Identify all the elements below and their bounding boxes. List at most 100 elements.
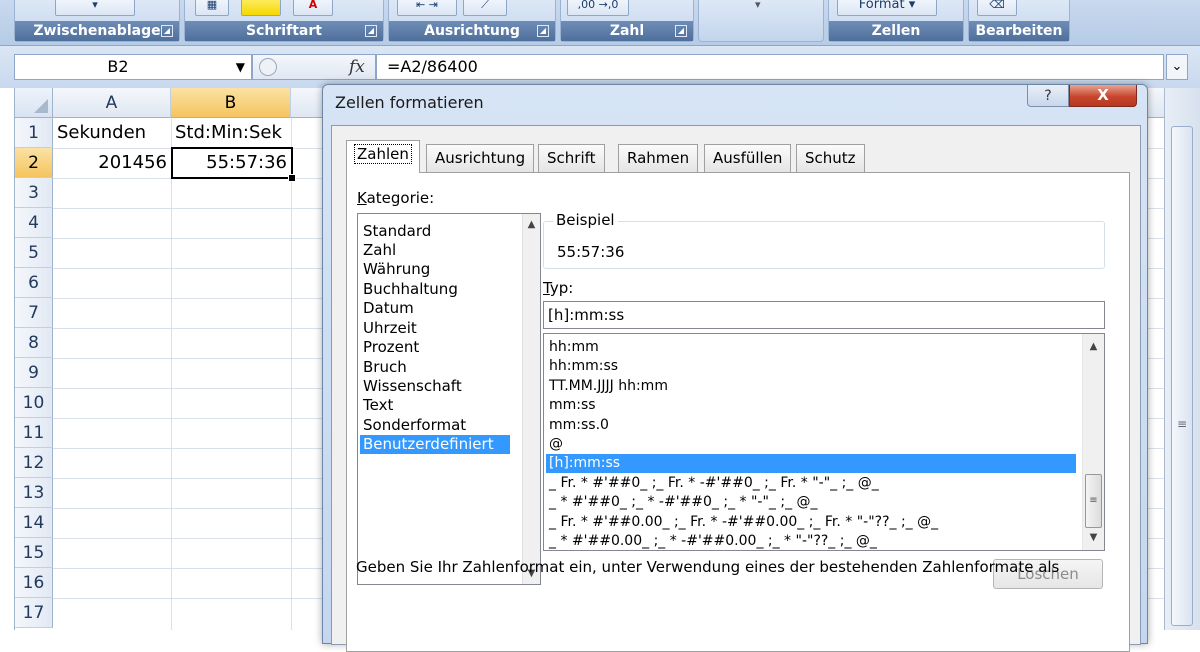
list-item[interactable]: mm:ss [546, 396, 1076, 415]
highlight-color-button[interactable] [241, 0, 281, 16]
orientation-button[interactable]: ⟋ [463, 0, 507, 16]
name-box[interactable]: B2 ▼ [14, 54, 252, 80]
expand-formula-bar-button[interactable]: ⌄ [1166, 54, 1188, 80]
decrease-decimal-button[interactable]: →,0 [599, 0, 619, 11]
ribbon-group-label: Ausrichtung [389, 21, 555, 41]
tab-rahmen[interactable]: Rahmen [618, 144, 699, 172]
row-header[interactable]: 3 [15, 178, 53, 208]
list-item[interactable]: Text [360, 396, 510, 415]
row-header[interactable]: 4 [15, 208, 53, 238]
list-item[interactable]: Standard [360, 222, 510, 241]
row-header[interactable]: 6 [15, 268, 53, 298]
ribbon-group-cells: Format ▾ Zellen [828, 0, 964, 42]
row-header[interactable]: 15 [15, 538, 53, 568]
tab-label: Zahlen [354, 144, 412, 164]
list-item[interactable]: TT.MM.JJJJ hh:mm [546, 377, 1076, 396]
font-color-button[interactable]: A [293, 0, 333, 16]
type-input[interactable]: [h]:mm:ss [543, 301, 1105, 329]
scroll-up-icon[interactable]: ▲ [523, 216, 540, 233]
row-header[interactable]: 5 [15, 238, 53, 268]
column-header-b[interactable]: B [171, 88, 291, 118]
close-button[interactable]: X [1069, 85, 1137, 107]
tab-zahlen[interactable]: Zahlen [346, 140, 420, 173]
dialog-launcher-icon[interactable]: ◢ [161, 25, 173, 37]
indent-buttons[interactable]: ⇤ ⇥ [397, 0, 457, 16]
dialog-launcher-icon[interactable]: ◢ [365, 25, 377, 37]
ribbon-group-label: Bearbeiten [969, 21, 1069, 41]
help-button[interactable]: ? [1027, 85, 1069, 107]
scroll-down-icon[interactable]: ▼ [1085, 529, 1102, 546]
row-header[interactable]: 16 [15, 568, 53, 598]
category-list[interactable]: Standard Zahl Währung Buchhaltung Datum … [357, 213, 541, 585]
dropdown-arrow-icon[interactable]: ▾ [755, 0, 761, 11]
number-format-buttons[interactable]: ,00 →,0 [567, 0, 629, 16]
list-item[interactable]: mm:ss.0 [546, 416, 1076, 435]
format-scrollbar[interactable]: ▲ ≡ ▼ [1082, 334, 1104, 550]
chevron-down-icon[interactable]: ▼ [236, 55, 245, 79]
format-list[interactable]: hh:mm hh:mm:ss TT.MM.JJJJ hh:mm mm:ss mm… [543, 333, 1105, 551]
list-item[interactable]: Zahl [360, 241, 510, 260]
row-header[interactable]: 10 [15, 388, 53, 418]
list-item[interactable]: _ * #'##0_ ;_ * -#'##0_ ;_ * "-"_ ;_ @_ [546, 493, 1076, 512]
category-scrollbar[interactable]: ▲ ▼ [522, 214, 540, 584]
type-label-mnemonic: T [543, 279, 550, 297]
dialog-launcher-icon[interactable]: ◢ [675, 25, 687, 37]
scroll-up-icon[interactable]: ▲ [1085, 338, 1102, 355]
name-box-value: B2 [107, 57, 129, 76]
cell-format-button[interactable]: Format ▾ [837, 0, 937, 16]
scrollbar-thumb[interactable]: ≡ [1171, 126, 1193, 626]
row-header[interactable]: 17 [15, 598, 53, 628]
list-item[interactable]: Buchhaltung [360, 280, 510, 299]
row-header[interactable]: 12 [15, 448, 53, 478]
increase-decimal-button[interactable]: ,00 [578, 0, 596, 11]
tab-schutz[interactable]: Schutz [796, 144, 865, 172]
list-item[interactable]: hh:mm:ss [546, 357, 1076, 376]
list-item[interactable]: Sonderformat [360, 416, 510, 435]
column-header-a[interactable]: A [53, 88, 171, 118]
list-item[interactable]: _ Fr. * #'##0_ ;_ Fr. * -#'##0_ ;_ Fr. *… [546, 474, 1076, 493]
cell-a1[interactable]: Sekunden [53, 118, 171, 148]
clear-button[interactable]: ⌫ [977, 0, 1017, 16]
category-label-mnemonic: K [357, 189, 367, 207]
row-header[interactable]: 13 [15, 478, 53, 508]
list-item[interactable]: Bruch [360, 358, 510, 377]
row-header[interactable]: 11 [15, 418, 53, 448]
list-item-selected[interactable]: Benutzerdefiniert [360, 435, 510, 454]
ribbon-group-number: ,00 →,0 Zahl ◢ [560, 0, 694, 42]
row-header[interactable]: 2 [15, 148, 53, 178]
grid-line [291, 118, 292, 630]
row-header[interactable]: 14 [15, 508, 53, 538]
dialog-launcher-icon[interactable]: ◢ [537, 25, 549, 37]
tab-schrift[interactable]: Schrift [538, 144, 605, 172]
scrollbar-thumb[interactable]: ≡ [1085, 474, 1102, 528]
select-all-button[interactable] [15, 88, 53, 118]
active-cell-border[interactable] [171, 147, 296, 182]
list-item[interactable]: @ [546, 435, 1076, 454]
row-header[interactable]: 1 [15, 118, 53, 148]
tab-ausfuellen[interactable]: Ausfüllen [704, 144, 792, 172]
ribbon-group-styles: ▾ [698, 0, 824, 42]
list-item[interactable]: Prozent [360, 338, 510, 357]
formula-input[interactable]: =A2/86400 [376, 54, 1164, 80]
list-item[interactable]: hh:mm [546, 338, 1076, 357]
list-item[interactable]: _ Fr. * #'##0.00_ ;_ Fr. * -#'##0.00_ ;_… [546, 513, 1076, 532]
resize-handle-icon[interactable] [259, 58, 277, 76]
row-header[interactable]: 9 [15, 358, 53, 388]
list-item[interactable]: _ * #'##0.00_ ;_ * -#'##0.00_ ;_ * "-"??… [546, 532, 1076, 550]
vertical-scrollbar[interactable]: ≡ [1164, 88, 1200, 630]
list-item-selected[interactable]: [h]:mm:ss [546, 454, 1076, 473]
cell-a2[interactable]: 201456 [53, 148, 171, 178]
dialog-body: Zahlen Ausrichtung Schrift Rahmen Ausfül… [331, 125, 1141, 652]
row-header[interactable]: 7 [15, 298, 53, 328]
insert-function-button[interactable]: fx [349, 55, 365, 79]
list-item[interactable]: Uhrzeit [360, 319, 510, 338]
sample-label: Beispiel [553, 211, 618, 229]
list-item[interactable]: Wissenschaft [360, 377, 510, 396]
list-item[interactable]: Währung [360, 260, 510, 279]
list-item[interactable]: Datum [360, 299, 510, 318]
border-button[interactable]: ▦ [195, 0, 229, 16]
row-header[interactable]: 8 [15, 328, 53, 358]
cell-b1[interactable]: Std:Min:Sek [171, 118, 291, 148]
paste-dropdown-button[interactable]: ▾ [55, 0, 135, 16]
tab-ausrichtung[interactable]: Ausrichtung [426, 144, 535, 172]
